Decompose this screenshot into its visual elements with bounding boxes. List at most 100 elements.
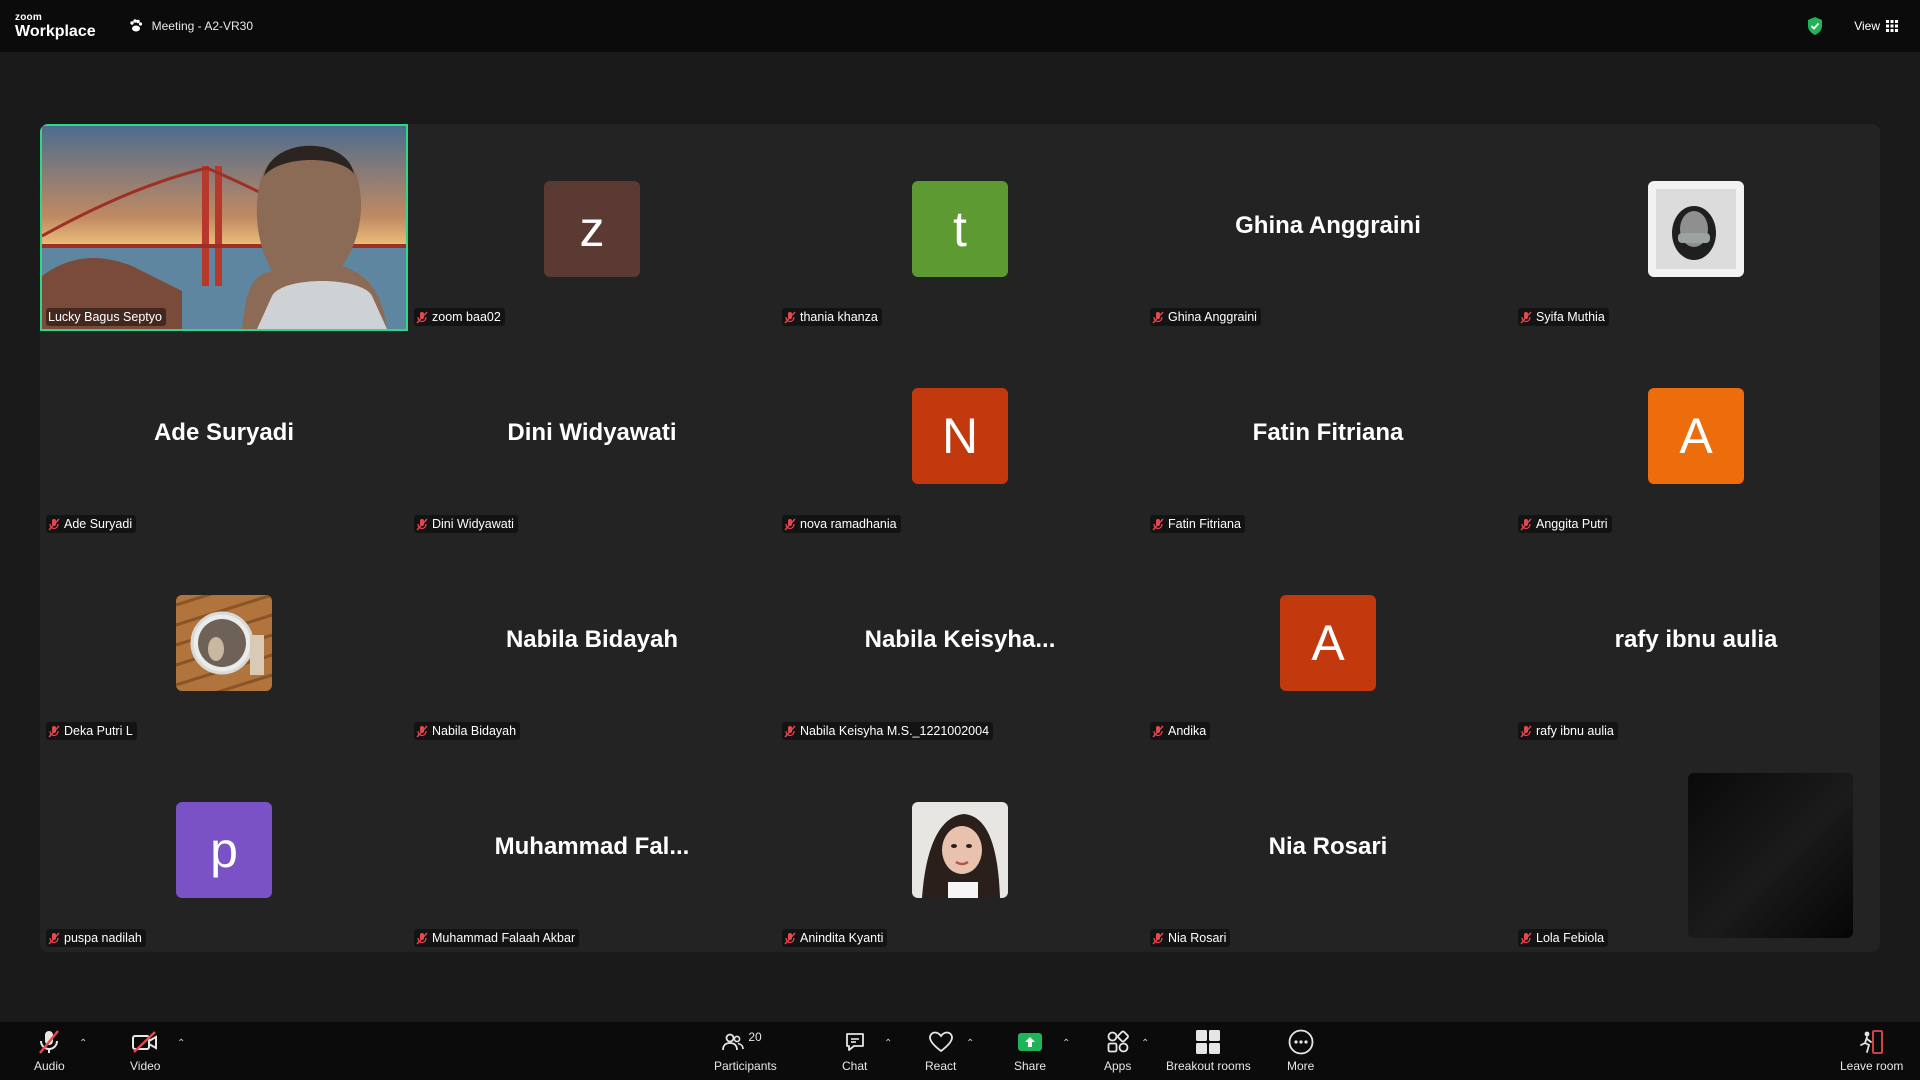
participant-tile[interactable]: Nabila Keisyha... Nabila Keisyha M.S._122…	[776, 538, 1144, 745]
participant-tile[interactable]: Lola Febiola	[1512, 745, 1880, 952]
video-label: Video	[130, 1059, 161, 1073]
participant-name-label: Dini Widyawati	[414, 515, 518, 533]
participant-name-label: Nabila Bidayah	[414, 722, 521, 740]
syifa-photo	[1648, 181, 1744, 277]
audio-options-caret-icon[interactable]: ⌃	[79, 1038, 87, 1049]
participant-name-label: Muhammad Falaah Akbar	[414, 929, 580, 947]
more-label: More	[1287, 1059, 1315, 1073]
participants-button[interactable]: 20 Participants	[714, 1028, 777, 1073]
mic-muted-icon	[48, 518, 60, 530]
security-shield-icon[interactable]	[1806, 16, 1824, 36]
view-button[interactable]: View	[1854, 19, 1898, 33]
participant-name-label: Ghina Anggraini	[1150, 308, 1261, 326]
apps-label: Apps	[1104, 1059, 1132, 1073]
participant-name-label: thania khanza	[782, 308, 882, 326]
participant-tile[interactable]: Anindita Kyanti	[776, 745, 1144, 952]
lucky-video-feed	[42, 126, 406, 329]
participant-name-label: Ade Suryadi	[46, 515, 137, 533]
participants-label: Participants	[714, 1059, 777, 1073]
participant-tile[interactable]: Deka Putri L	[40, 538, 408, 745]
participant-tile[interactable]: Fatin Fitriana Fatin Fitriana	[1144, 331, 1512, 538]
participant-name: Deka Putri L	[64, 724, 133, 738]
participant-display-name: Nabila Bidayah	[505, 626, 679, 653]
participant-tile[interactable]: Muhammad Fal... Muhammad Falaah Akbar	[408, 745, 776, 952]
share-label: Share	[1014, 1059, 1047, 1073]
participant-name: Syifa Muthia	[1536, 310, 1605, 324]
participant-name: zoom baa02	[432, 310, 501, 324]
participant-tile[interactable]: Syifa Muthia	[1512, 124, 1880, 331]
mic-muted-icon	[39, 1030, 60, 1054]
participant-tile[interactable]: p puspa nadilah	[40, 745, 408, 952]
avatar: t	[912, 181, 1008, 277]
avatar: A	[1280, 595, 1376, 691]
mic-muted-icon	[416, 725, 428, 737]
video-frame	[42, 126, 406, 329]
participant-name: Nabila Bidayah	[432, 724, 517, 738]
participant-tile[interactable]: Nabila Bidayah Nabila Bidayah	[408, 538, 776, 745]
share-button[interactable]: Share	[1014, 1028, 1046, 1073]
participant-tile[interactable]: Dini Widyawati Dini Widyawati	[408, 331, 776, 538]
mic-muted-icon	[1152, 311, 1164, 323]
video-button[interactable]: Video	[130, 1028, 160, 1073]
leave-room-icon	[1859, 1030, 1883, 1054]
participant-tile[interactable]: Nnova ramadhania	[776, 331, 1144, 538]
chat-label: Chat	[842, 1059, 868, 1073]
participant-name-label: Nia Rosari	[1150, 929, 1231, 947]
mic-muted-icon	[416, 311, 428, 323]
video-options-caret-icon[interactable]: ⌃	[177, 1038, 185, 1049]
share-options-caret-icon[interactable]: ⌃	[1062, 1038, 1070, 1049]
participant-name-label: Fatin Fitriana	[1150, 515, 1245, 533]
participant-name: Fatin Fitriana	[1168, 517, 1241, 531]
chat-button[interactable]: Chat	[842, 1028, 867, 1073]
apps-button[interactable]: Apps	[1104, 1028, 1131, 1073]
more-button[interactable]: More	[1287, 1028, 1314, 1073]
mic-muted-icon	[1520, 725, 1532, 737]
mic-muted-icon	[1152, 518, 1164, 530]
participant-tile[interactable]: Ade Suryadi Ade Suryadi	[40, 331, 408, 538]
participant-name-label: puspa nadilah	[46, 929, 146, 947]
avatar: A	[1648, 388, 1744, 484]
participant-name-label: Lola Febiola	[1518, 929, 1609, 947]
participant-tile[interactable]: A Anggita Putri	[1512, 331, 1880, 538]
participant-name: Andika	[1168, 724, 1207, 738]
deka-photo	[176, 595, 272, 691]
paw-icon	[129, 19, 142, 32]
react-button[interactable]: React	[925, 1028, 956, 1073]
participant-name-label: Syifa Muthia	[1518, 308, 1609, 326]
breakout-rooms-button[interactable]: Breakout rooms	[1166, 1028, 1251, 1073]
brand-bottom: Workplace	[15, 22, 96, 40]
participant-tile[interactable]: A Andika	[1144, 538, 1512, 745]
apps-options-caret-icon[interactable]: ⌃	[1141, 1038, 1149, 1049]
participant-name: Ade Suryadi	[64, 517, 133, 531]
participant-name-label: Deka Putri L	[46, 722, 137, 740]
participant-display-name: Muhammad Fal...	[494, 833, 690, 860]
participant-name: thania khanza	[800, 310, 878, 324]
participants-icon	[722, 1033, 745, 1051]
grid-view-icon	[1886, 20, 1898, 32]
participant-tile[interactable]: rafy ibnu aulia rafy ibnu aulia	[1512, 538, 1880, 745]
avatar: N	[912, 388, 1008, 484]
audio-label: Audio	[34, 1059, 65, 1073]
leave-room-button[interactable]: Leave room	[1840, 1028, 1903, 1073]
audio-button[interactable]: Audio	[34, 1028, 65, 1073]
video-off-icon	[132, 1031, 158, 1053]
participant-display-name: Ade Suryadi	[153, 419, 295, 446]
chat-options-caret-icon[interactable]: ⌃	[884, 1038, 892, 1049]
participant-tile[interactable]: Ghina Anggraini Ghina Anggraini	[1144, 124, 1512, 331]
react-options-caret-icon[interactable]: ⌃	[966, 1038, 974, 1049]
participant-tile[interactable]: Lucky Bagus Septyo	[40, 124, 408, 331]
participant-name: rafy ibnu aulia	[1536, 724, 1614, 738]
participant-tile[interactable]: Nia Rosari Nia Rosari	[1144, 745, 1512, 952]
participant-tile[interactable]: t thania khanza	[776, 124, 1144, 331]
react-label: React	[925, 1059, 957, 1073]
view-label: View	[1854, 19, 1880, 33]
chat-icon	[845, 1033, 864, 1051]
participant-name-label: Nabila Keisyha M.S._1221002004	[782, 722, 994, 740]
participant-name: Anggita Putri	[1536, 517, 1608, 531]
participant-name-label: nova ramadhania	[782, 515, 901, 533]
participant-display-name: Dini Widyawati	[507, 419, 677, 446]
participant-tile[interactable]: z zoom baa02	[408, 124, 776, 331]
participant-name-label: zoom baa02	[414, 308, 505, 326]
breakout-rooms-label: Breakout rooms	[1166, 1059, 1251, 1073]
meeting-info[interactable]: Meeting - A2-VR30	[128, 18, 253, 34]
